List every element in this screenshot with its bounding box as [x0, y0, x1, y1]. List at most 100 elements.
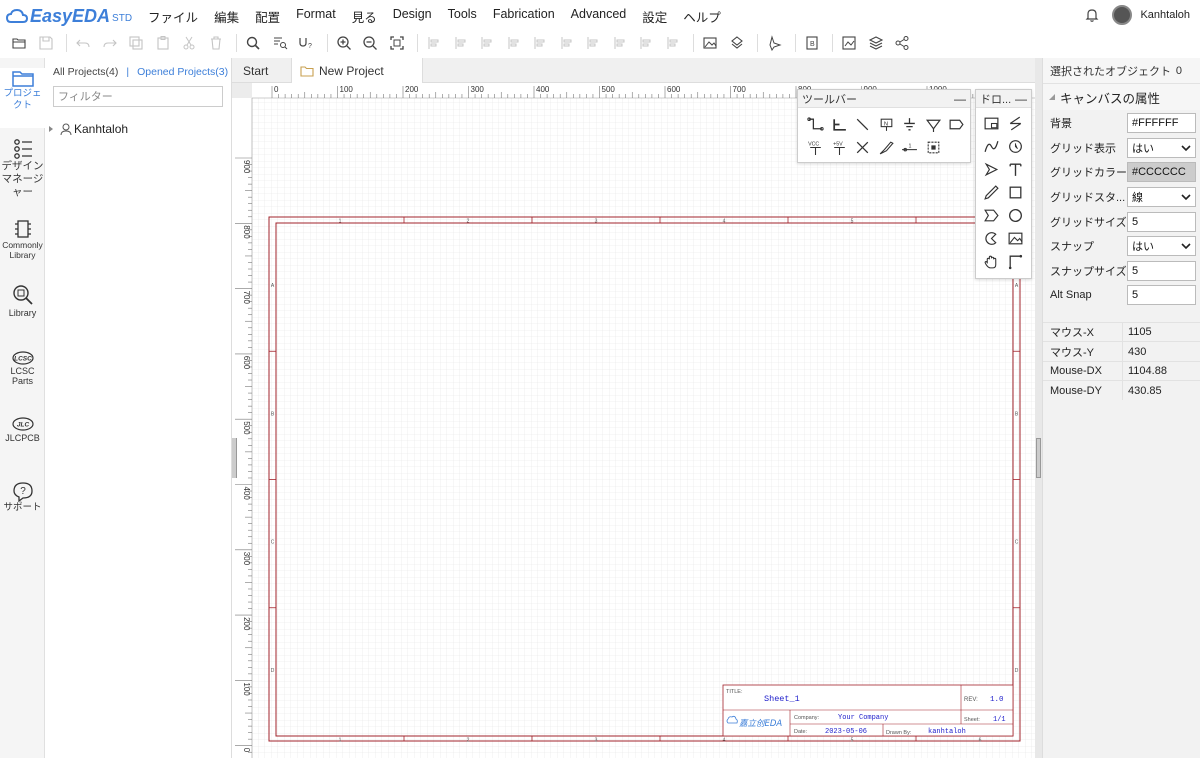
menu-item[interactable]: 配置: [247, 7, 288, 26]
pie-tool[interactable]: [980, 227, 1003, 250]
bom-button[interactable]: B: [801, 32, 823, 54]
prop-input[interactable]: 5: [1127, 285, 1196, 306]
voltage-probe-tool[interactable]: [875, 136, 898, 159]
nav-library[interactable]: Library: [0, 283, 45, 323]
fit-button[interactable]: [386, 32, 408, 54]
no-connect-tool[interactable]: [851, 136, 874, 159]
menu-item[interactable]: Fabrication: [485, 7, 563, 26]
save-button[interactable]: [35, 32, 57, 54]
right-splitter[interactable]: [1035, 58, 1042, 758]
app-logo[interactable]: EasyEDA STD: [6, 6, 132, 27]
tab-start[interactable]: Start: [232, 58, 290, 83]
zoom-out-button[interactable]: [359, 32, 381, 54]
layers-button[interactable]: [865, 32, 887, 54]
bus-entry-tool[interactable]: [851, 113, 874, 136]
prop-input[interactable]: 5: [1127, 260, 1196, 281]
canvas-attributes-header[interactable]: キャンバスの属性: [1043, 84, 1200, 110]
bell-icon[interactable]: [1084, 7, 1100, 23]
highlight-button[interactable]: [763, 32, 785, 54]
filter-input[interactable]: [53, 86, 223, 107]
copy-button[interactable]: [125, 32, 147, 54]
align-grid-button[interactable]: [582, 32, 604, 54]
tab-new-project[interactable]: New Project: [291, 58, 423, 84]
vcc-tool[interactable]: VCC: [804, 136, 827, 159]
wire-tool[interactable]: [804, 113, 827, 136]
drawing-tools-minimize-button[interactable]: —: [1015, 92, 1027, 106]
cut-button[interactable]: [178, 32, 200, 54]
open-button[interactable]: [8, 32, 30, 54]
right-splitter-handle[interactable]: [1036, 438, 1041, 478]
net-label-tool[interactable]: N: [875, 113, 898, 136]
distribute-h-button[interactable]: [609, 32, 631, 54]
username[interactable]: Kanhtaloh: [1140, 9, 1190, 21]
freehand-tool[interactable]: [980, 181, 1003, 204]
title-block[interactable]: TITLE: Sheet_1 REV: 1.0 Company: Your Co…: [722, 684, 1014, 737]
nav-design-manager[interactable]: デザインマネージャー: [0, 138, 45, 204]
menu-item[interactable]: Advanced: [563, 7, 635, 26]
find-replace-button[interactable]: [269, 32, 291, 54]
nav-projects[interactable]: プロジェクト: [0, 68, 45, 128]
opened-projects-tab[interactable]: Opened Projects(3): [137, 66, 228, 78]
bus-tool[interactable]: [828, 113, 851, 136]
align-left-button[interactable]: [423, 32, 445, 54]
prop-input[interactable]: 5: [1127, 211, 1196, 232]
svg-button[interactable]: [838, 32, 860, 54]
align-right-button[interactable]: [450, 32, 472, 54]
wiring-tools-minimize-button[interactable]: —: [954, 92, 966, 106]
undo-button[interactable]: [72, 32, 94, 54]
schematic-canvas[interactable]: 01002003004005006007008009001000 9008007…: [232, 83, 1035, 758]
text-tool[interactable]: [1004, 158, 1027, 181]
prop-input[interactable]: #CCCCCC: [1127, 162, 1196, 183]
menu-item[interactable]: Tools: [440, 7, 485, 26]
gnd-tool[interactable]: [898, 113, 921, 136]
align-snap-button[interactable]: [662, 32, 684, 54]
arc-tool[interactable]: [1004, 135, 1027, 158]
nav-jlcpcb[interactable]: JLC JLCPCB: [0, 416, 45, 452]
anchor-tool[interactable]: [1004, 250, 1027, 273]
net-flag-tool[interactable]: [945, 113, 968, 136]
share-button[interactable]: [891, 32, 913, 54]
align-top-button[interactable]: [476, 32, 498, 54]
image-frame-tool[interactable]: [980, 112, 1003, 135]
distribute-v-button[interactable]: [635, 32, 657, 54]
polygon-tool[interactable]: [980, 204, 1003, 227]
drag-tool[interactable]: [980, 250, 1003, 273]
line-tool[interactable]: [1004, 112, 1027, 135]
redo-button[interactable]: [99, 32, 121, 54]
rect-tool[interactable]: [1004, 181, 1027, 204]
menu-item[interactable]: 編集: [206, 7, 247, 26]
group-tool[interactable]: [922, 136, 945, 159]
wiring-tools-header[interactable]: ツールバー —: [798, 90, 970, 108]
nav-support[interactable]: ? サポート: [0, 480, 45, 520]
expand-arrow-icon[interactable]: [47, 125, 55, 133]
menu-item[interactable]: 設定: [634, 7, 675, 26]
bezier-tool[interactable]: [980, 135, 1003, 158]
pin-tool[interactable]: 1: [898, 136, 921, 159]
menu-item[interactable]: 見る: [344, 7, 385, 26]
nav-lcsc-parts[interactable]: LCSC LCSC Parts: [0, 350, 45, 395]
menu-item[interactable]: ヘルプ: [675, 7, 729, 26]
project-tree-item[interactable]: Kanhtaloh: [47, 122, 128, 136]
prop-input[interactable]: #FFFFFF: [1127, 113, 1196, 134]
drawing-tools-header[interactable]: ドロ... —: [976, 90, 1031, 108]
picture-tool[interactable]: [1004, 227, 1027, 250]
menu-item[interactable]: Format: [288, 7, 344, 26]
menu-item[interactable]: ファイル: [140, 7, 206, 26]
align-bottom-button[interactable]: [503, 32, 525, 54]
menu-item[interactable]: Design: [385, 7, 440, 26]
zoom-in-button[interactable]: [333, 32, 355, 54]
avatar[interactable]: [1112, 5, 1133, 25]
find-button[interactable]: [242, 32, 264, 54]
paste-button[interactable]: [152, 32, 174, 54]
prop-select[interactable]: はい: [1127, 137, 1196, 158]
prop-select[interactable]: 線: [1127, 187, 1196, 208]
align-center-h-button[interactable]: [529, 32, 551, 54]
net-port-tool[interactable]: [922, 113, 945, 136]
nav-commonly-library[interactable]: Commonly Library: [0, 218, 45, 268]
prop-select[interactable]: はい: [1127, 236, 1196, 257]
circle-tool[interactable]: [1004, 204, 1027, 227]
canvas-drawing[interactable]: 01002003004005006007008009001000 9008007…: [232, 83, 1035, 758]
text-format-button[interactable]: ?: [295, 32, 317, 54]
arrow-tool[interactable]: [980, 158, 1003, 181]
export-button[interactable]: [726, 32, 748, 54]
